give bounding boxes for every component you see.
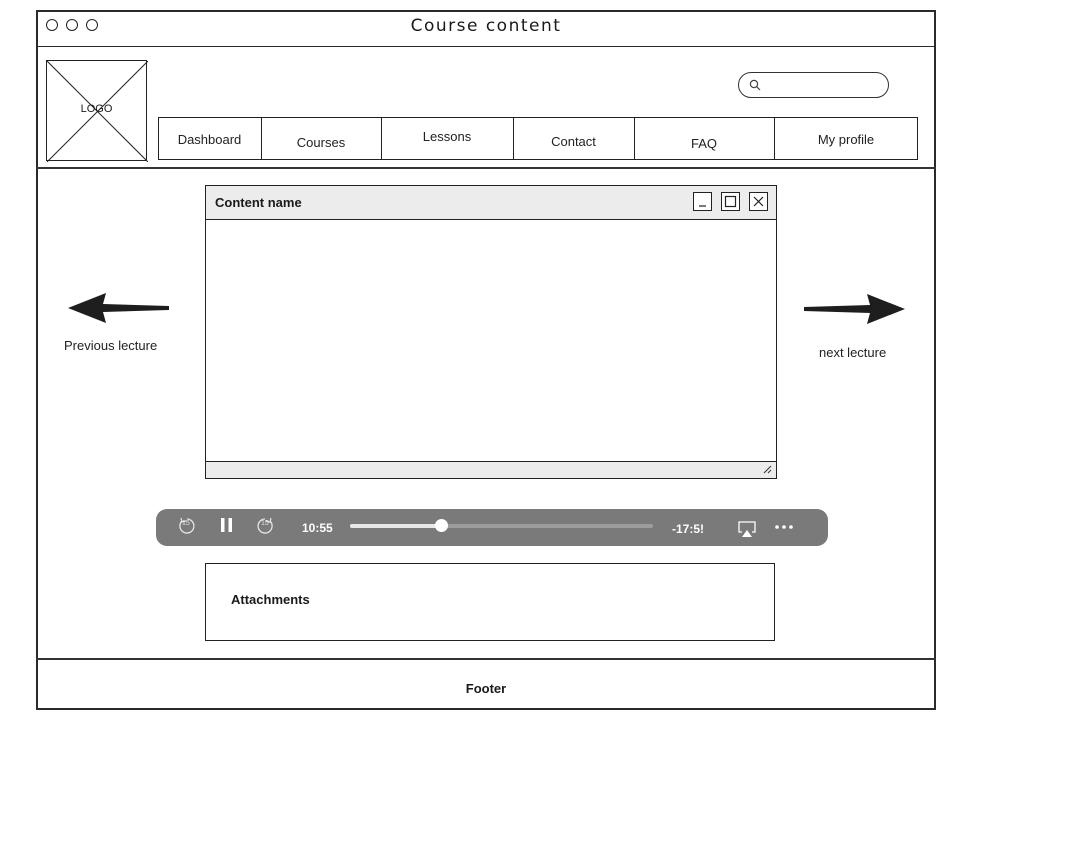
skip-back-button[interactable]: 15 [177,516,197,536]
resize-grip-icon[interactable] [761,463,773,475]
content-window-title: Content name [215,195,302,210]
airplay-button[interactable] [737,520,757,538]
pause-icon [221,518,232,532]
header-divider [36,167,936,169]
elapsed-time: 10:55 [302,521,333,535]
progress-handle[interactable] [434,519,448,532]
nav-item-my-profile[interactable]: My profile [774,117,918,160]
window-title: Course content [410,16,562,36]
progress-fill [350,524,441,528]
content-window [205,185,777,479]
previous-lecture-arrow-icon[interactable] [66,290,172,326]
minimize-icon [699,205,706,207]
nav-item-contact[interactable]: Contact [513,117,634,160]
more-options-button[interactable] [774,520,794,532]
close-button[interactable] [749,192,768,211]
maximize-button[interactable] [721,192,740,211]
previous-lecture-label[interactable]: Previous lecture [64,338,157,353]
footer-divider [36,658,936,660]
next-lecture-label[interactable]: next lecture [819,345,886,360]
close-icon [753,196,764,207]
nav-item-lessons[interactable]: Lessons [381,117,513,160]
minimize-button[interactable] [693,192,712,211]
skip-back-seconds: 15 [182,520,190,527]
skip-forward-seconds: 15 [261,520,269,527]
next-lecture-arrow-icon[interactable] [801,291,907,327]
skip-forward-button[interactable]: 15 [255,516,275,536]
more-options-icon [775,525,793,529]
footer-text: Footer [465,681,507,696]
content-window-statusbar [205,461,777,479]
attachments-title: Attachments [231,592,310,607]
nav-item-faq[interactable]: FAQ [634,117,774,160]
nav-item-dashboard[interactable]: Dashboard [158,117,261,160]
airplay-icon [738,521,756,537]
search-icon [749,79,761,91]
logo-text: LOGO [80,103,113,115]
pause-button[interactable] [219,517,235,534]
remaining-time: -17:5! [672,522,705,536]
nav-item-courses[interactable]: Courses [261,117,381,160]
maximize-icon [724,195,737,208]
